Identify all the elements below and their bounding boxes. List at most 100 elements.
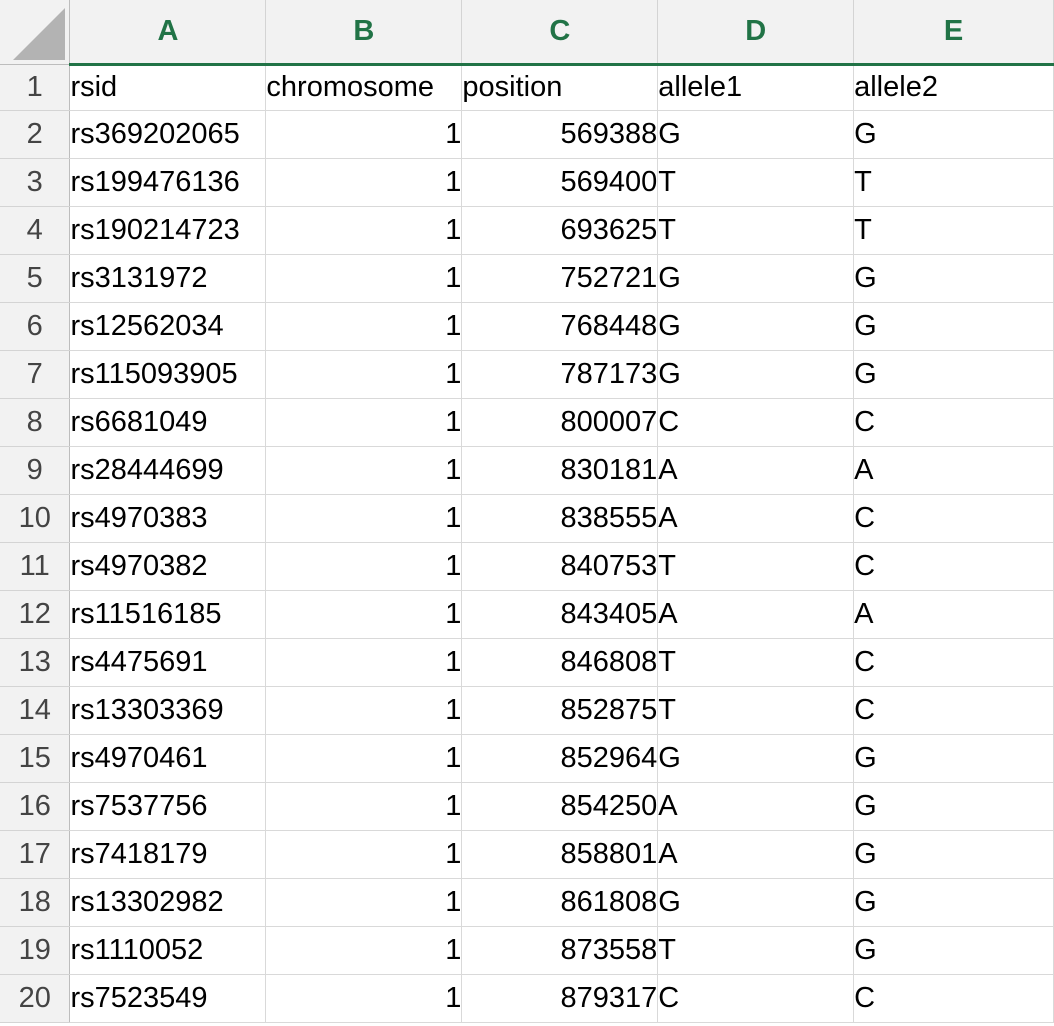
cell-chromosome[interactable]: 1 (265, 398, 463, 447)
cell-allele2[interactable]: C (853, 398, 1054, 447)
cell-allele2[interactable]: T (853, 206, 1054, 255)
cell-allele2[interactable]: C (853, 638, 1054, 687)
cell-chromosome[interactable]: 1 (265, 590, 463, 639)
cell-rsid[interactable]: rs199476136 (69, 158, 267, 207)
row-header[interactable]: 16 (0, 782, 71, 831)
row-header[interactable]: 14 (0, 686, 71, 735)
cell-chromosome[interactable]: 1 (265, 830, 463, 879)
cell-allele1[interactable]: T (657, 638, 855, 687)
row-header[interactable]: 17 (0, 830, 71, 879)
cell-chromosome[interactable]: 1 (265, 878, 463, 927)
cell-rsid[interactable]: rs115093905 (69, 350, 267, 399)
cell-allele1[interactable]: A (657, 590, 855, 639)
cell-rsid[interactable]: rs13302982 (69, 878, 267, 927)
cell-allele1[interactable]: G (657, 110, 855, 159)
cell-header-rsid[interactable]: rsid (69, 64, 267, 111)
row-header[interactable]: 18 (0, 878, 71, 927)
cell-header-position[interactable]: position (461, 64, 659, 111)
cell-rsid[interactable]: rs4970461 (69, 734, 267, 783)
cell-position[interactable]: 768448 (461, 302, 659, 351)
cell-chromosome[interactable]: 1 (265, 926, 463, 975)
cell-rsid[interactable]: rs4970382 (69, 542, 267, 591)
cell-position[interactable]: 569388 (461, 110, 659, 159)
cell-allele1[interactable]: T (657, 686, 855, 735)
row-header[interactable]: 13 (0, 638, 71, 687)
cell-position[interactable]: 879317 (461, 974, 659, 1023)
row-header[interactable]: 12 (0, 590, 71, 639)
cell-position[interactable]: 752721 (461, 254, 659, 303)
cell-allele1[interactable]: G (657, 350, 855, 399)
cell-allele2[interactable]: A (853, 446, 1054, 495)
cell-position[interactable]: 873558 (461, 926, 659, 975)
row-header[interactable]: 15 (0, 734, 71, 783)
cell-allele2[interactable]: G (853, 350, 1054, 399)
cell-allele2[interactable]: G (853, 926, 1054, 975)
cell-position[interactable]: 693625 (461, 206, 659, 255)
row-header[interactable]: 4 (0, 206, 71, 255)
cell-chromosome[interactable]: 1 (265, 158, 463, 207)
cell-allele2[interactable]: A (853, 590, 1054, 639)
cell-position[interactable]: 858801 (461, 830, 659, 879)
cell-allele2[interactable]: C (853, 974, 1054, 1023)
cell-position[interactable]: 830181 (461, 446, 659, 495)
cell-allele1[interactable]: T (657, 926, 855, 975)
cell-chromosome[interactable]: 1 (265, 206, 463, 255)
cell-allele1[interactable]: C (657, 974, 855, 1023)
cell-chromosome[interactable]: 1 (265, 110, 463, 159)
row-header[interactable]: 20 (0, 974, 71, 1023)
cell-allele1[interactable]: A (657, 782, 855, 831)
cell-position[interactable]: 800007 (461, 398, 659, 447)
cell-rsid[interactable]: rs190214723 (69, 206, 267, 255)
cell-allele1[interactable]: A (657, 494, 855, 543)
cell-chromosome[interactable]: 1 (265, 782, 463, 831)
row-header[interactable]: 2 (0, 110, 71, 159)
cell-allele1[interactable]: A (657, 830, 855, 879)
cell-allele2[interactable]: C (853, 542, 1054, 591)
cell-position[interactable]: 569400 (461, 158, 659, 207)
row-header[interactable]: 19 (0, 926, 71, 975)
cell-position[interactable]: 852875 (461, 686, 659, 735)
cell-chromosome[interactable]: 1 (265, 302, 463, 351)
cell-rsid[interactable]: rs4970383 (69, 494, 267, 543)
cell-allele1[interactable]: T (657, 542, 855, 591)
cell-rsid[interactable]: rs7523549 (69, 974, 267, 1023)
cell-allele2[interactable]: T (853, 158, 1054, 207)
cell-position[interactable]: 846808 (461, 638, 659, 687)
cell-header-allele1[interactable]: allele1 (657, 64, 855, 111)
cell-rsid[interactable]: rs3131972 (69, 254, 267, 303)
cell-chromosome[interactable]: 1 (265, 974, 463, 1023)
select-all-corner[interactable] (0, 0, 71, 65)
cell-rsid[interactable]: rs28444699 (69, 446, 267, 495)
cell-rsid[interactable]: rs13303369 (69, 686, 267, 735)
column-header-a[interactable]: A (69, 0, 267, 66)
cell-allele2[interactable]: C (853, 686, 1054, 735)
cell-allele2[interactable]: G (853, 302, 1054, 351)
column-header-c[interactable]: C (461, 0, 659, 66)
cell-position[interactable]: 840753 (461, 542, 659, 591)
cell-rsid[interactable]: rs12562034 (69, 302, 267, 351)
row-header[interactable]: 9 (0, 446, 71, 495)
column-header-e[interactable]: E (853, 0, 1054, 66)
cell-chromosome[interactable]: 1 (265, 446, 463, 495)
cell-position[interactable]: 861808 (461, 878, 659, 927)
cell-rsid[interactable]: rs7537756 (69, 782, 267, 831)
row-header[interactable]: 3 (0, 158, 71, 207)
cell-allele1[interactable]: G (657, 254, 855, 303)
cell-chromosome[interactable]: 1 (265, 542, 463, 591)
cell-allele1[interactable]: A (657, 446, 855, 495)
cell-allele1[interactable]: T (657, 158, 855, 207)
cell-rsid[interactable]: rs11516185 (69, 590, 267, 639)
row-header[interactable]: 8 (0, 398, 71, 447)
cell-rsid[interactable]: rs369202065 (69, 110, 267, 159)
cell-allele2[interactable]: C (853, 494, 1054, 543)
cell-chromosome[interactable]: 1 (265, 734, 463, 783)
cell-position[interactable]: 843405 (461, 590, 659, 639)
cell-allele2[interactable]: G (853, 782, 1054, 831)
cell-header-allele2[interactable]: allele2 (853, 64, 1054, 111)
cell-allele2[interactable]: G (853, 878, 1054, 927)
cell-rsid[interactable]: rs6681049 (69, 398, 267, 447)
cell-allele2[interactable]: G (853, 110, 1054, 159)
cell-chromosome[interactable]: 1 (265, 494, 463, 543)
cell-position[interactable]: 854250 (461, 782, 659, 831)
cell-allele1[interactable]: G (657, 878, 855, 927)
